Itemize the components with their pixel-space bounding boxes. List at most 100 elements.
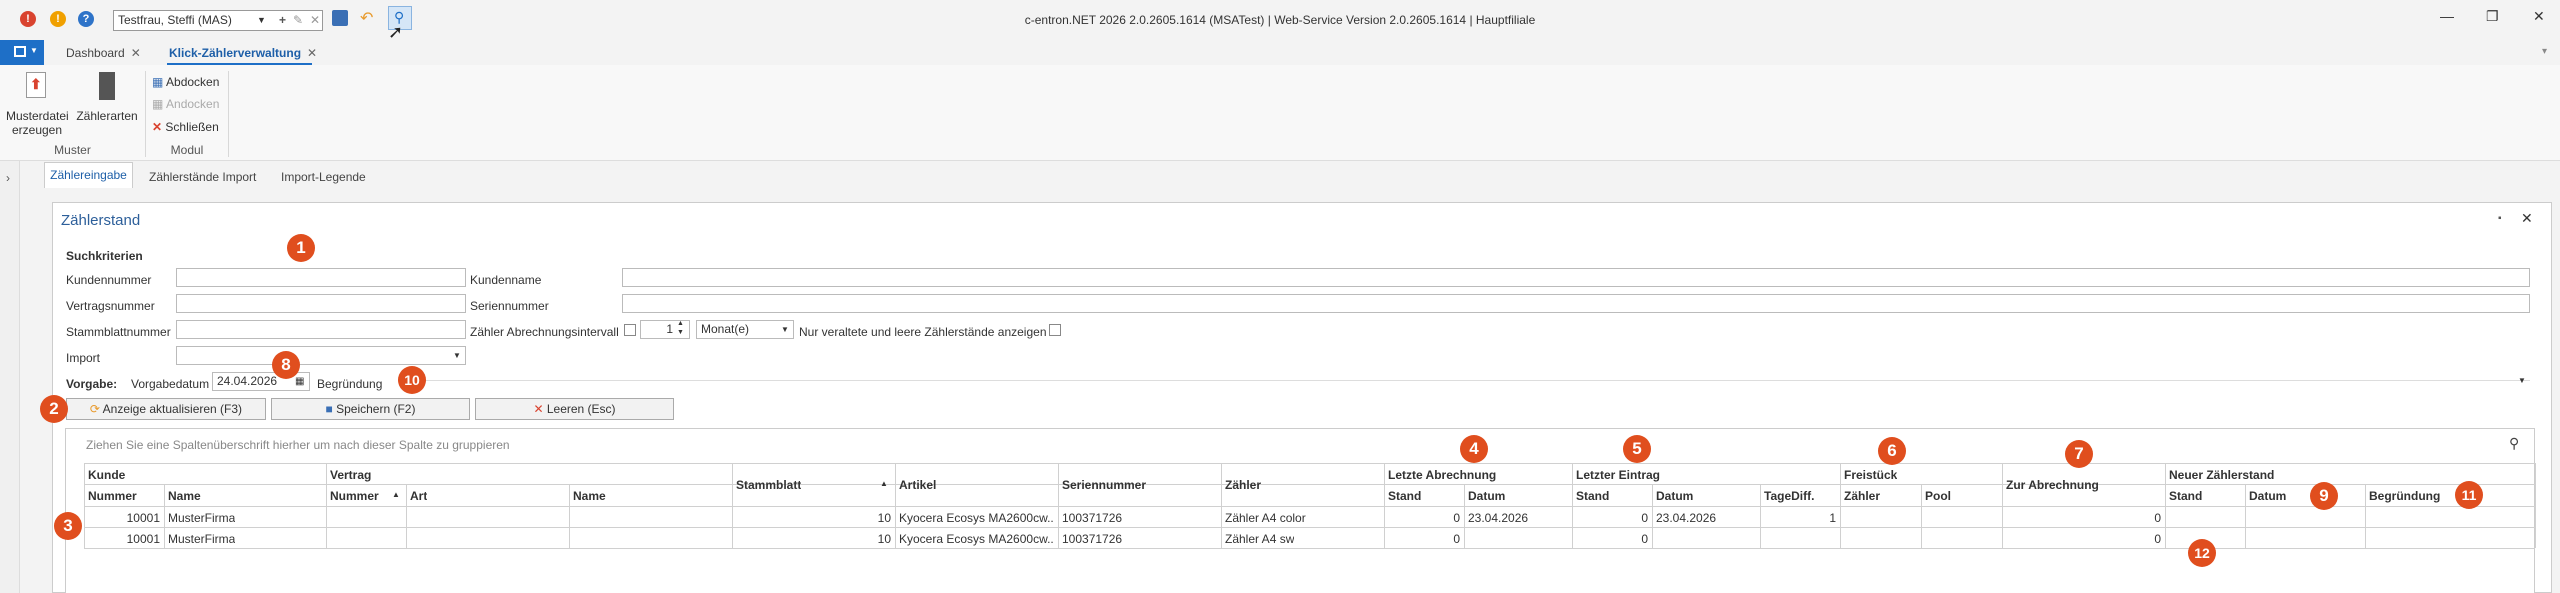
column-header-vertrag-name[interactable]: Name bbox=[573, 489, 606, 503]
stepper-arrows-icon[interactable]: ▲ ▼ bbox=[677, 319, 684, 337]
zaehlerarten-button[interactable]: Zählerarten bbox=[74, 72, 140, 123]
close-icon: ✕ bbox=[152, 120, 163, 134]
cell-seriennummer: 100371726 bbox=[1062, 532, 1123, 546]
intervall-unit-select[interactable]: Monat(e) ▼ bbox=[696, 320, 794, 339]
column-header-nz-datum[interactable]: Datum bbox=[2249, 489, 2286, 503]
column-header-la-stand[interactable]: Stand bbox=[1388, 489, 1421, 503]
group-label-modul: Modul bbox=[170, 143, 204, 157]
nur-veraltete-checkbox[interactable] bbox=[1049, 324, 1061, 336]
group-drop-area[interactable]: Ziehen Sie eine Spaltenüberschrift hierh… bbox=[86, 438, 510, 452]
schliessen-button[interactable]: ✕ Schließen bbox=[152, 120, 219, 134]
grid-line bbox=[2365, 485, 2366, 548]
annotation-badge: 2 bbox=[40, 395, 68, 423]
pin-icon[interactable]: ▪ bbox=[2498, 213, 2502, 224]
kundennummer-input[interactable] bbox=[176, 268, 466, 287]
save-icon: ■ bbox=[325, 402, 333, 416]
refresh-button[interactable]: ⟳ Anzeige aktualisieren (F3) bbox=[66, 398, 266, 420]
tab-klick-zaehlerverwaltung[interactable]: Klick-Zählerverwaltung ✕ bbox=[169, 46, 317, 60]
close-window-button[interactable]: ✕ bbox=[2533, 8, 2545, 25]
search-icon[interactable]: ⚲ bbox=[2509, 435, 2519, 452]
import-select[interactable]: ▼ bbox=[176, 346, 466, 365]
grid-line bbox=[569, 485, 570, 548]
column-header-le-stand[interactable]: Stand bbox=[1576, 489, 1609, 503]
cell-la-stand: 0 bbox=[1453, 532, 1460, 546]
title-bar: ! ! ? Testfrau, Steffi (MAS) ▼ + ✎ ✕ ↶ ⚲… bbox=[0, 0, 2560, 42]
column-header-vertrag-nummer[interactable]: Nummer bbox=[330, 489, 379, 503]
chevron-down-icon[interactable]: ▼ bbox=[453, 347, 461, 364]
grid-line bbox=[2535, 463, 2536, 548]
stammblattnummer-input[interactable] bbox=[176, 320, 466, 339]
column-header-seriennummer[interactable]: Seriennummer bbox=[1062, 478, 1146, 492]
column-header-art[interactable]: Art bbox=[410, 489, 427, 503]
tab-zaehlerstaende-import[interactable]: Zählerstände Import bbox=[149, 170, 256, 184]
ribbon bbox=[0, 65, 2560, 161]
grid-line bbox=[1384, 463, 1385, 548]
annotation-badge: 9 bbox=[2310, 482, 2338, 510]
sort-ascending-icon[interactable]: ▲ bbox=[392, 490, 400, 499]
intervall-checkbox[interactable] bbox=[624, 324, 636, 336]
column-header-zaehler[interactable]: Zähler bbox=[1225, 478, 1261, 492]
vertragsnummer-input[interactable] bbox=[176, 294, 466, 313]
minimize-button[interactable]: — bbox=[2440, 8, 2454, 24]
save-button[interactable]: ■ Speichern (F2) bbox=[271, 398, 470, 420]
group-label-muster: Muster bbox=[54, 143, 91, 157]
column-header-fs-pool[interactable]: Pool bbox=[1925, 489, 1951, 503]
calendar-icon[interactable]: ▦ bbox=[295, 373, 304, 390]
grid-line bbox=[84, 527, 2535, 528]
begruendung-select[interactable] bbox=[420, 380, 2530, 381]
grid-line bbox=[84, 506, 2535, 507]
tab-overflow-icon[interactable]: ▾ bbox=[2542, 46, 2547, 57]
intervall-stepper[interactable]: 1 ▲ ▼ bbox=[640, 320, 690, 339]
column-header-tagediff[interactable]: TageDiff. bbox=[1764, 489, 1814, 503]
refresh-label: Anzeige aktualisieren (F3) bbox=[102, 402, 243, 416]
musterdatei-button[interactable]: ⬆ Musterdatei erzeugen bbox=[6, 72, 69, 137]
cell-stammblatt: 10 bbox=[877, 511, 891, 525]
column-header-name[interactable]: Name bbox=[168, 489, 201, 503]
column-header-nz-stand[interactable]: Stand bbox=[2169, 489, 2202, 503]
column-header-artikel[interactable]: Artikel bbox=[899, 478, 936, 492]
grid-line bbox=[164, 485, 165, 548]
grid-line bbox=[2245, 485, 2246, 548]
app-menu-button[interactable]: ▼ bbox=[0, 40, 44, 65]
import-label: Import bbox=[66, 351, 101, 365]
suchkriterien-heading: Suchkriterien bbox=[66, 249, 143, 263]
grid-line bbox=[84, 548, 2535, 549]
kundennummer-label: Kundennummer bbox=[66, 273, 152, 287]
vorgabe-label: Vorgabe: bbox=[66, 377, 118, 391]
kundenname-input[interactable] bbox=[622, 268, 2530, 287]
restore-button[interactable]: ❐ bbox=[2486, 8, 2499, 25]
chevron-right-icon[interactable]: › bbox=[6, 171, 10, 185]
column-header-la-datum[interactable]: Datum bbox=[1468, 489, 1505, 503]
cell-nummer: 10001 bbox=[126, 532, 160, 546]
nur-veraltete-label: Nur veraltete und leere Zählerstände anz… bbox=[799, 325, 1047, 339]
column-header-stammblatt[interactable]: Stammblatt bbox=[736, 478, 801, 492]
sort-ascending-icon[interactable]: ▲ bbox=[880, 479, 888, 488]
tab-dashboard[interactable]: Dashboard ✕ bbox=[66, 46, 141, 60]
tab-import-legende[interactable]: Import-Legende bbox=[281, 170, 366, 184]
musterdatei-label-2: erzeugen bbox=[11, 123, 63, 137]
tab-zaehlereingabe[interactable]: Zählereingabe bbox=[44, 162, 133, 188]
column-header-zur-abrechnung[interactable]: Zur Abrechnung bbox=[2006, 478, 2099, 492]
chevron-down-icon[interactable]: ▼ bbox=[781, 321, 789, 338]
grid-line bbox=[84, 484, 2535, 485]
zaehlerarten-label: Zählerarten bbox=[76, 109, 138, 123]
annotation-badge: 1 bbox=[287, 234, 315, 262]
close-icon[interactable]: ✕ bbox=[307, 46, 317, 60]
side-collapse-strip[interactable]: › bbox=[0, 161, 20, 593]
close-icon[interactable]: ✕ bbox=[2521, 210, 2533, 227]
schliessen-label: Schließen bbox=[165, 120, 219, 134]
grid-line bbox=[2002, 463, 2003, 548]
column-header-nummer[interactable]: Nummer bbox=[88, 489, 137, 503]
cell-artikel: Kyocera Ecosys MA2600cw... bbox=[899, 511, 1054, 525]
abdocken-button[interactable]: ▦ Abdocken bbox=[152, 75, 219, 89]
column-header-fs-zaehler[interactable]: Zähler bbox=[1844, 489, 1880, 503]
clear-button[interactable]: ✕ Leeren (Esc) bbox=[475, 398, 674, 420]
intervall-unit-value: Monat(e) bbox=[701, 322, 750, 336]
seriennummer-input[interactable] bbox=[622, 294, 2530, 313]
musterdatei-label-1: Musterdatei bbox=[6, 109, 69, 123]
column-header-nz-begruendung[interactable]: Begründung bbox=[2369, 489, 2440, 503]
annotation-badge: 5 bbox=[1623, 435, 1651, 463]
chevron-down-icon[interactable]: ▼ bbox=[2518, 376, 2526, 385]
column-header-le-datum[interactable]: Datum bbox=[1656, 489, 1693, 503]
close-icon[interactable]: ✕ bbox=[131, 46, 141, 60]
